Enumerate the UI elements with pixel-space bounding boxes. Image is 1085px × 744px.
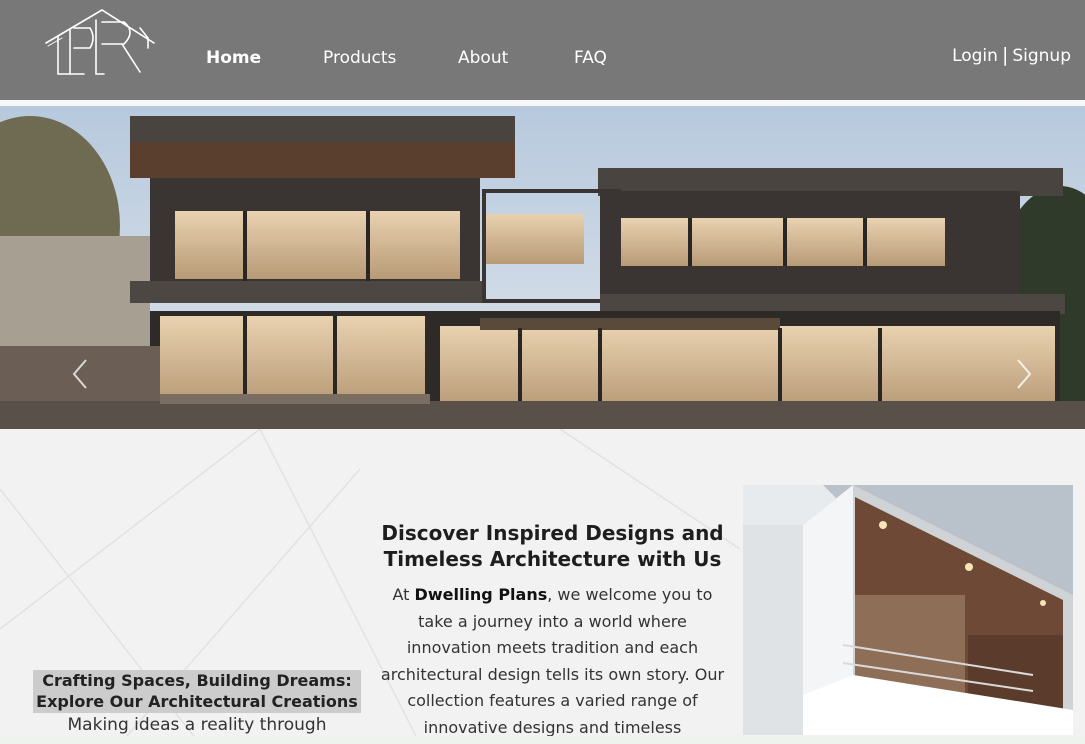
carousel-prev-button[interactable] (68, 356, 92, 392)
nav-link-home[interactable]: Home (206, 48, 261, 68)
hero-carousel-image (0, 106, 1085, 429)
auth-separator: | (1001, 44, 1009, 66)
signup-link[interactable]: Signup (1012, 46, 1071, 66)
tagline-subtext: Making ideas a reality through (67, 715, 327, 735)
house-logo-icon[interactable] (44, 8, 156, 78)
chevron-left-icon (72, 359, 87, 389)
intro-text-before: At (392, 585, 415, 604)
intro-heading-line-1: Discover Inspired Designs and (381, 521, 724, 545)
intro-text-after: , we welcome you to take a journey into … (380, 585, 725, 737)
tagline-line-1: Crafting Spaces, Building Dreams: (42, 671, 352, 690)
page-bottom-edge (0, 736, 1085, 744)
carousel-next-button[interactable] (1012, 356, 1036, 392)
tagline-line-2: Explore Our Architectural Creations (36, 692, 358, 711)
intro-heading: Discover Inspired Designs and Timeless A… (380, 520, 725, 572)
nav-link-about[interactable]: About (458, 48, 508, 68)
top-navigation-bar: Home Products About FAQ Login | Signup (0, 0, 1085, 100)
auth-links: Login | Signup (952, 44, 1071, 66)
nav-link-products[interactable]: Products (323, 48, 396, 68)
tagline-banner: Crafting Spaces, Building Dreams: Explor… (33, 670, 361, 713)
nav-link-faq[interactable]: FAQ (574, 48, 607, 68)
intro-heading-line-2: Timeless Architecture with Us (383, 547, 722, 571)
intro-paragraph: At Dwelling Plans, we welcome you to tak… (380, 582, 725, 742)
featured-house-photo (743, 485, 1073, 735)
chevron-right-icon (1017, 359, 1032, 389)
login-link[interactable]: Login (952, 46, 998, 66)
intro-section: Crafting Spaces, Building Dreams: Explor… (0, 429, 1085, 744)
brand-name: Dwelling Plans (414, 585, 548, 604)
